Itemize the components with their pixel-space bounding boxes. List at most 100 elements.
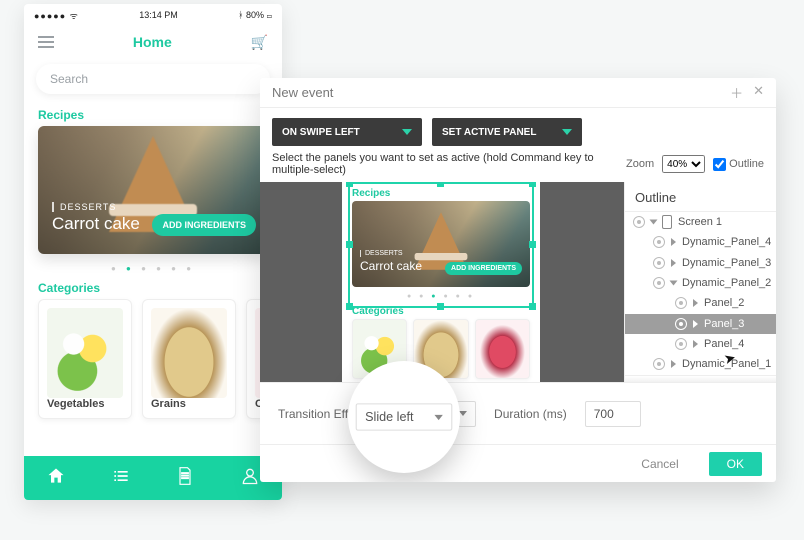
transition-select[interactable]: Slide left bbox=[382, 401, 476, 427]
phone-mockup: ●●●●● ᯤ 13:14 PM ᚼ 80% ▭ Home 🛒 Search R… bbox=[24, 4, 282, 500]
battery-icon: ▭ bbox=[267, 10, 272, 20]
caret-icon[interactable] bbox=[671, 360, 676, 368]
outline-row[interactable]: Panel_4 bbox=[625, 334, 776, 354]
tab-list-icon[interactable] bbox=[111, 466, 131, 491]
preview-recipes-label: Recipes bbox=[342, 182, 540, 201]
preview-tag: DESSERTS bbox=[360, 250, 403, 257]
event-modal: New event ＋ ✕ ON SWIPE LEFT SET ACTIVE P… bbox=[260, 78, 776, 482]
caret-icon[interactable] bbox=[650, 220, 658, 225]
outline-row[interactable]: Dynamic_Panel_2 bbox=[625, 273, 776, 293]
preview-artboard[interactable]: Recipes DESSERTS Carrot cake ADD INGREDI… bbox=[342, 182, 540, 382]
preview-dots: ● ● ● ● ● ● bbox=[342, 293, 540, 300]
recipe-title: Carrot cake bbox=[52, 214, 140, 234]
duration-value: 700 bbox=[594, 407, 614, 421]
duration-label: Duration (ms) bbox=[494, 407, 567, 421]
visibility-icon[interactable] bbox=[633, 216, 645, 228]
caret-icon[interactable] bbox=[693, 320, 698, 328]
visibility-icon[interactable] bbox=[675, 338, 687, 350]
visibility-icon[interactable] bbox=[653, 358, 665, 370]
cancel-button[interactable]: Cancel bbox=[623, 452, 696, 476]
transition-value: Slide left bbox=[391, 407, 437, 421]
chevron-down-icon bbox=[562, 129, 572, 135]
trigger-label: ON SWIPE LEFT bbox=[282, 127, 360, 138]
recipe-hero-card[interactable]: DESSERTS Carrot cake ADD INGREDIENTS bbox=[38, 126, 268, 254]
app-bar: Home 🛒 bbox=[24, 26, 282, 58]
bluetooth-icon: ᚼ bbox=[238, 10, 243, 20]
visibility-icon[interactable] bbox=[653, 277, 665, 289]
outline-checkbox[interactable] bbox=[713, 158, 726, 171]
outline-label: Panel_2 bbox=[704, 297, 744, 309]
caret-icon[interactable] bbox=[693, 299, 698, 307]
bottom-tab-bar bbox=[24, 456, 282, 500]
tab-doc-icon[interactable] bbox=[175, 466, 195, 491]
category-card[interactable]: Vegetables bbox=[38, 299, 132, 419]
vegetables-image bbox=[47, 308, 123, 398]
hamburger-icon[interactable] bbox=[38, 33, 54, 51]
preview-title: Carrot cake bbox=[360, 259, 422, 273]
category-card[interactable]: Grains bbox=[142, 299, 236, 419]
visibility-icon[interactable] bbox=[653, 257, 665, 269]
preview-add-button[interactable]: ADD INGREDIENTS bbox=[445, 262, 522, 275]
preview-categories-label: Categories bbox=[342, 300, 540, 319]
recipe-tag: DESSERTS bbox=[52, 202, 116, 212]
outline-row-selected[interactable]: Panel_3 bbox=[625, 314, 776, 334]
category-name: Grains bbox=[151, 398, 227, 410]
outline-label: Screen 1 bbox=[678, 216, 722, 228]
preview-hero[interactable]: DESSERTS Carrot cake ADD INGREDIENTS bbox=[352, 201, 530, 287]
duration-input[interactable]: 700 bbox=[585, 401, 641, 427]
battery-text: 80% bbox=[246, 10, 264, 20]
outline-row-screen[interactable]: Screen 1 bbox=[625, 212, 776, 232]
caret-icon[interactable] bbox=[693, 340, 698, 348]
search-input[interactable]: Search bbox=[36, 64, 270, 94]
add-icon[interactable]: ＋ bbox=[730, 83, 743, 102]
modal-title: New event bbox=[272, 85, 333, 100]
carousel-dots[interactable]: ● ● ● ● ● ● bbox=[24, 264, 282, 273]
category-name: Vegetables bbox=[47, 398, 123, 410]
outline-label: Dynamic_Panel_3 bbox=[682, 257, 771, 269]
caret-icon[interactable] bbox=[671, 259, 676, 267]
outline-toggle[interactable]: Outline bbox=[713, 158, 764, 171]
visibility-icon[interactable] bbox=[675, 318, 687, 330]
outline-row[interactable]: Dynamic_Panel_3 bbox=[625, 253, 776, 273]
modal-header: New event ＋ ✕ bbox=[260, 78, 776, 108]
device-icon bbox=[662, 215, 672, 229]
outline-title: Outline bbox=[625, 182, 776, 212]
signal-dots-icon: ●●●●● ᯤ bbox=[34, 9, 79, 22]
tab-user-icon[interactable] bbox=[240, 466, 260, 491]
outline-label: Panel_3 bbox=[704, 318, 744, 330]
zoom-select[interactable]: 40% bbox=[662, 155, 705, 173]
outline-label: Dynamic_Panel_4 bbox=[682, 236, 771, 248]
trigger-dropdown[interactable]: ON SWIPE LEFT bbox=[272, 118, 422, 146]
instruction-text: Select the panels you want to set as act… bbox=[272, 152, 626, 176]
outline-panel: Outline Screen 1 Dynamic_Panel_4 Dynamic… bbox=[624, 182, 776, 382]
close-icon[interactable]: ✕ bbox=[753, 83, 764, 102]
outline-row[interactable]: Dynamic_Panel_4 bbox=[625, 232, 776, 252]
visibility-icon[interactable] bbox=[675, 297, 687, 309]
ok-button[interactable]: OK bbox=[709, 452, 762, 476]
section-recipes-label: Recipes bbox=[24, 100, 282, 126]
caret-icon[interactable] bbox=[670, 281, 678, 286]
preview-cat-veg[interactable] bbox=[352, 319, 407, 379]
status-right: ᚼ 80% ▭ bbox=[238, 10, 272, 20]
outline-row[interactable]: Panel_2 bbox=[625, 293, 776, 313]
chevron-down-icon bbox=[459, 411, 467, 416]
status-bar: ●●●●● ᯤ 13:14 PM ᚼ 80% ▭ bbox=[24, 4, 282, 26]
action-dropdown[interactable]: SET ACTIVE PANEL bbox=[432, 118, 582, 146]
outline-label: Panel_4 bbox=[704, 338, 744, 350]
tab-home-icon[interactable] bbox=[46, 466, 66, 491]
preview-cat-meat[interactable] bbox=[475, 319, 530, 379]
cart-icon[interactable]: 🛒 bbox=[251, 34, 268, 51]
outline-label: Dynamic_Panel_2 bbox=[682, 277, 771, 289]
preview-cat-grain[interactable] bbox=[413, 319, 468, 379]
section-categories-label: Categories bbox=[24, 273, 282, 299]
canvas-stage[interactable]: Recipes DESSERTS Carrot cake ADD INGREDI… bbox=[260, 182, 624, 382]
chevron-down-icon bbox=[402, 129, 412, 135]
modal-actions: Cancel OK bbox=[260, 444, 776, 482]
outline-row[interactable]: Dynamic_Panel_1 bbox=[625, 354, 776, 374]
scroll-hint bbox=[625, 375, 776, 382]
visibility-icon[interactable] bbox=[653, 236, 665, 248]
transition-label: Transition Effect bbox=[278, 407, 364, 421]
add-ingredients-button[interactable]: ADD INGREDIENTS bbox=[152, 214, 256, 236]
caret-icon[interactable] bbox=[671, 238, 676, 246]
status-time: 13:14 PM bbox=[139, 10, 178, 20]
